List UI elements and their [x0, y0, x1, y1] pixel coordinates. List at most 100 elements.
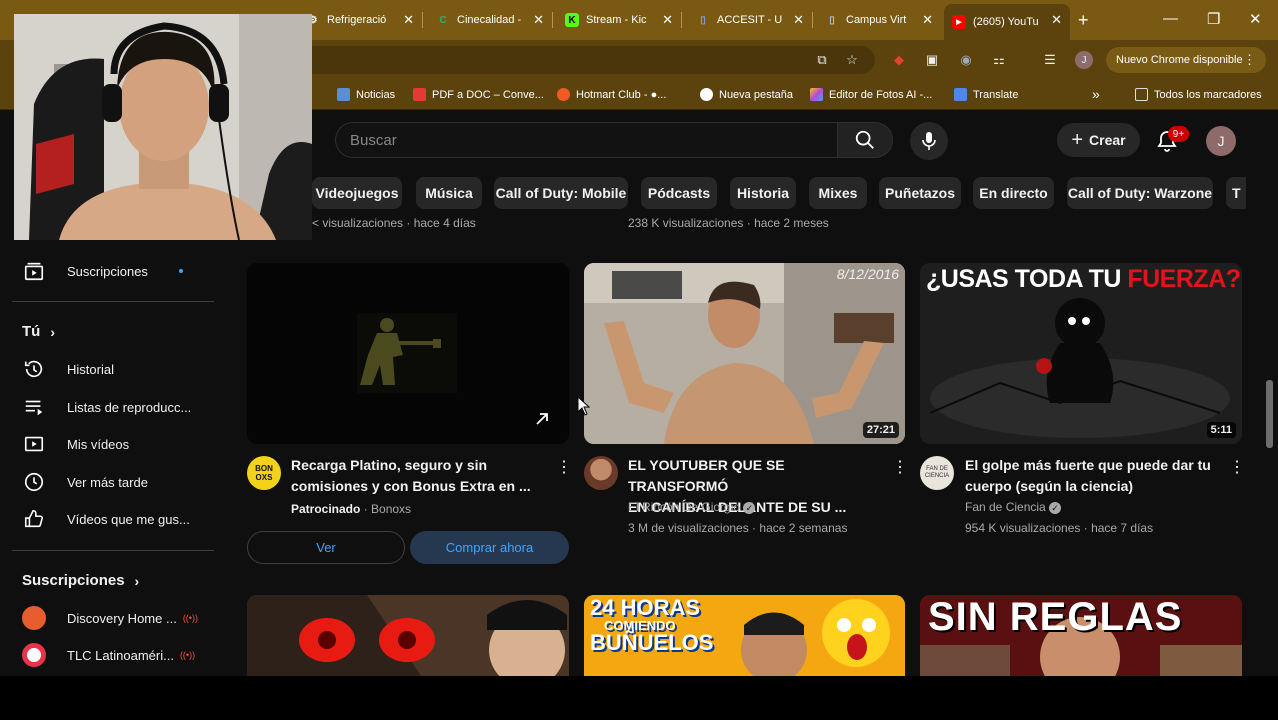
ad-title[interactable]: Recarga Platino, seguro y sin comisiones… [291, 455, 551, 497]
close-icon[interactable]: ✕ [662, 12, 673, 28]
channel-name: Discovery Home ... [67, 610, 177, 626]
sidebar-subscriptions-heading[interactable]: Suscripciones › [22, 572, 139, 589]
advertiser-avatar[interactable]: BON OXS [247, 456, 281, 490]
view-ad-button[interactable]: Ver [247, 531, 405, 564]
chip-musica[interactable]: Música [416, 177, 482, 209]
video-thumbnail[interactable]: SIN REGLAS [920, 595, 1242, 685]
video-title[interactable]: El golpe más fuerte que puede dar tu cue… [965, 455, 1227, 497]
tab-refrigeracion[interactable]: ⚙ Refrigeració ✕ [298, 6, 423, 34]
you-label: Tú [22, 323, 41, 340]
buy-now-button[interactable]: Comprar ahora [410, 531, 569, 564]
tab-label: ACCESIT - U [717, 14, 783, 26]
create-label: Crear [1089, 132, 1126, 148]
external-link-arrow-icon[interactable] [533, 410, 551, 428]
video-channel[interactable]: El Rincón De Giorgio ✓ [628, 500, 756, 514]
extensions-puzzle-icon[interactable]: ⚏ [990, 51, 1008, 69]
chip-en-directo[interactable]: En directo [973, 177, 1054, 209]
more-vertical-icon[interactable]: ⋮ [892, 457, 908, 477]
sidebar-item-watch-later[interactable]: Ver más tarde [22, 464, 212, 500]
sidebar-channel-discovery-home[interactable]: Discovery Home ... ((•)) [22, 600, 212, 636]
chip-partial[interactable]: T [1226, 177, 1246, 209]
more-vertical-icon[interactable]: ⋮ [1229, 457, 1245, 477]
close-icon[interactable]: ✕ [533, 12, 544, 28]
bookmark-label: Nueva pestaña [719, 88, 793, 101]
history-icon [22, 357, 46, 381]
sidebar-item-liked-videos[interactable]: Vídeos que me gus... [22, 501, 212, 537]
extension-red-icon[interactable]: ◆ [890, 51, 908, 69]
search-button[interactable] [837, 122, 893, 158]
bookmark-star-icon[interactable]: ☆ [843, 51, 861, 69]
sidebar-item-my-videos[interactable]: Mis vídeos [22, 426, 212, 462]
video-channel[interactable]: Fan de Ciencia ✓ [965, 500, 1062, 514]
create-button[interactable]: + Crear [1057, 123, 1140, 157]
my-videos-icon [22, 432, 46, 456]
video-thumbnail[interactable] [247, 595, 569, 685]
tab-campus-virtual[interactable]: ▯ Campus Virt ✕ [817, 6, 941, 34]
chip-podcasts[interactable]: Pódcasts [641, 177, 717, 209]
folder-icon [1135, 88, 1148, 101]
account-avatar[interactable]: J [1206, 126, 1236, 156]
restore-icon[interactable]: ❐ [1207, 10, 1220, 28]
bookmark-item[interactable]: Nueva pestaña [700, 88, 793, 101]
window-close-icon[interactable]: ✕ [1249, 10, 1262, 28]
bookmark-item[interactable]: Hotmart Club - ●... [557, 88, 666, 101]
notifications-count-badge: 9+ [1168, 126, 1189, 142]
bookmark-item[interactable]: PDF a DOC – Conve... [413, 88, 544, 101]
minimize-icon[interactable]: — [1163, 10, 1178, 27]
bookmark-item[interactable]: Editor de Fotos AI -... [810, 88, 932, 101]
search-input[interactable]: Buscar [335, 122, 837, 158]
chip-call-of-duty-warzone[interactable]: Call of Duty: Warzone [1067, 177, 1213, 209]
more-vertical-icon[interactable]: ⋮ [556, 457, 572, 477]
chip-mixes[interactable]: Mixes [809, 177, 867, 209]
close-icon[interactable]: ✕ [793, 12, 804, 28]
chip-call-of-duty-mobile[interactable]: Call of Duty: Mobile [494, 177, 628, 209]
channel-name: El Rincón De Giorgio [628, 500, 741, 514]
address-bar[interactable] [300, 46, 875, 74]
extension-grey-icon[interactable]: ◉ [957, 51, 975, 69]
channel-name: TLC Latinoaméri... [67, 647, 174, 663]
profile-avatar[interactable]: J [1075, 51, 1093, 69]
title-line: comisiones y con Bonus Extra en ... [291, 478, 531, 494]
sidebar-you-heading[interactable]: Tú › [22, 323, 55, 340]
video-thumbnail[interactable]: 24 HORAS COMIENDO BUÑUELOS [584, 595, 905, 685]
ad-thumbnail[interactable] [247, 263, 569, 444]
chip-historia[interactable]: Historia [730, 177, 796, 209]
chip-videojuegos[interactable]: Videojuegos [312, 177, 402, 209]
media-controls-icon[interactable]: ☰ [1041, 51, 1059, 69]
voice-search-button[interactable] [910, 122, 948, 160]
tab-accesit[interactable]: ▯ ACCESIT - U ✕ [688, 6, 813, 34]
verified-check-icon: ✓ [743, 501, 756, 514]
sidebar-item-label: Vídeos que me gus... [67, 511, 190, 527]
install-app-icon[interactable]: ⧉ [813, 51, 831, 69]
more-vertical-icon[interactable]: ⋮ [1243, 52, 1256, 68]
sidebar-item-playlists[interactable]: Listas de reproducc... [22, 389, 212, 425]
all-bookmarks-folder[interactable]: Todos los marcadores [1135, 88, 1262, 101]
bookmark-item[interactable]: Noticias [337, 88, 395, 101]
cinecalidad-favicon-icon: C [439, 14, 447, 26]
new-tab-button[interactable]: + [1078, 10, 1089, 31]
page-scrollbar[interactable] [1266, 380, 1273, 448]
chrome-update-button[interactable]: Nuevo Chrome disponible ⋮ [1106, 47, 1266, 73]
sidebar-item-subscriptions[interactable]: Suscripciones [22, 253, 212, 289]
tab-kick[interactable]: K Stream - Kic ✕ [557, 6, 682, 34]
sidebar-channel-tlc[interactable]: TLC Latinoaméri... ((•)) [22, 637, 212, 673]
tab-cinecalidad[interactable]: C Cinecalidad - ✕ [428, 6, 553, 34]
close-icon[interactable]: ✕ [922, 12, 933, 28]
close-icon[interactable]: ✕ [403, 12, 414, 28]
bookmark-item[interactable]: Translate [954, 88, 1018, 101]
tab-youtube-active[interactable]: ▶ (2605) YouTu ✕ [944, 4, 1070, 40]
video-thumbnail[interactable]: ¿USAS TODA TU FUERZA? 5:11 [920, 263, 1242, 444]
close-icon[interactable]: ✕ [1051, 12, 1062, 28]
extension-dark-icon[interactable]: ▣ [923, 51, 941, 69]
sidebar-item-history[interactable]: Historial [22, 351, 212, 387]
more-bookmarks-chevron-icon[interactable]: » [1092, 86, 1100, 102]
soldier-silhouette-image [357, 313, 457, 393]
sidebar-item-label: Historial [67, 361, 114, 377]
video-thumbnail[interactable]: 8/12/2016 27:21 [584, 263, 905, 444]
channel-avatar[interactable]: FAN DE CIENCIA [920, 456, 954, 490]
chip-punetazos[interactable]: Puñetazos [879, 177, 961, 209]
man-waving-thumbnail-image [584, 263, 905, 444]
bookmark-label: PDF a DOC – Conve... [432, 88, 544, 101]
channel-avatar[interactable] [584, 456, 618, 490]
update-label: Nuevo Chrome disponible [1116, 54, 1243, 66]
